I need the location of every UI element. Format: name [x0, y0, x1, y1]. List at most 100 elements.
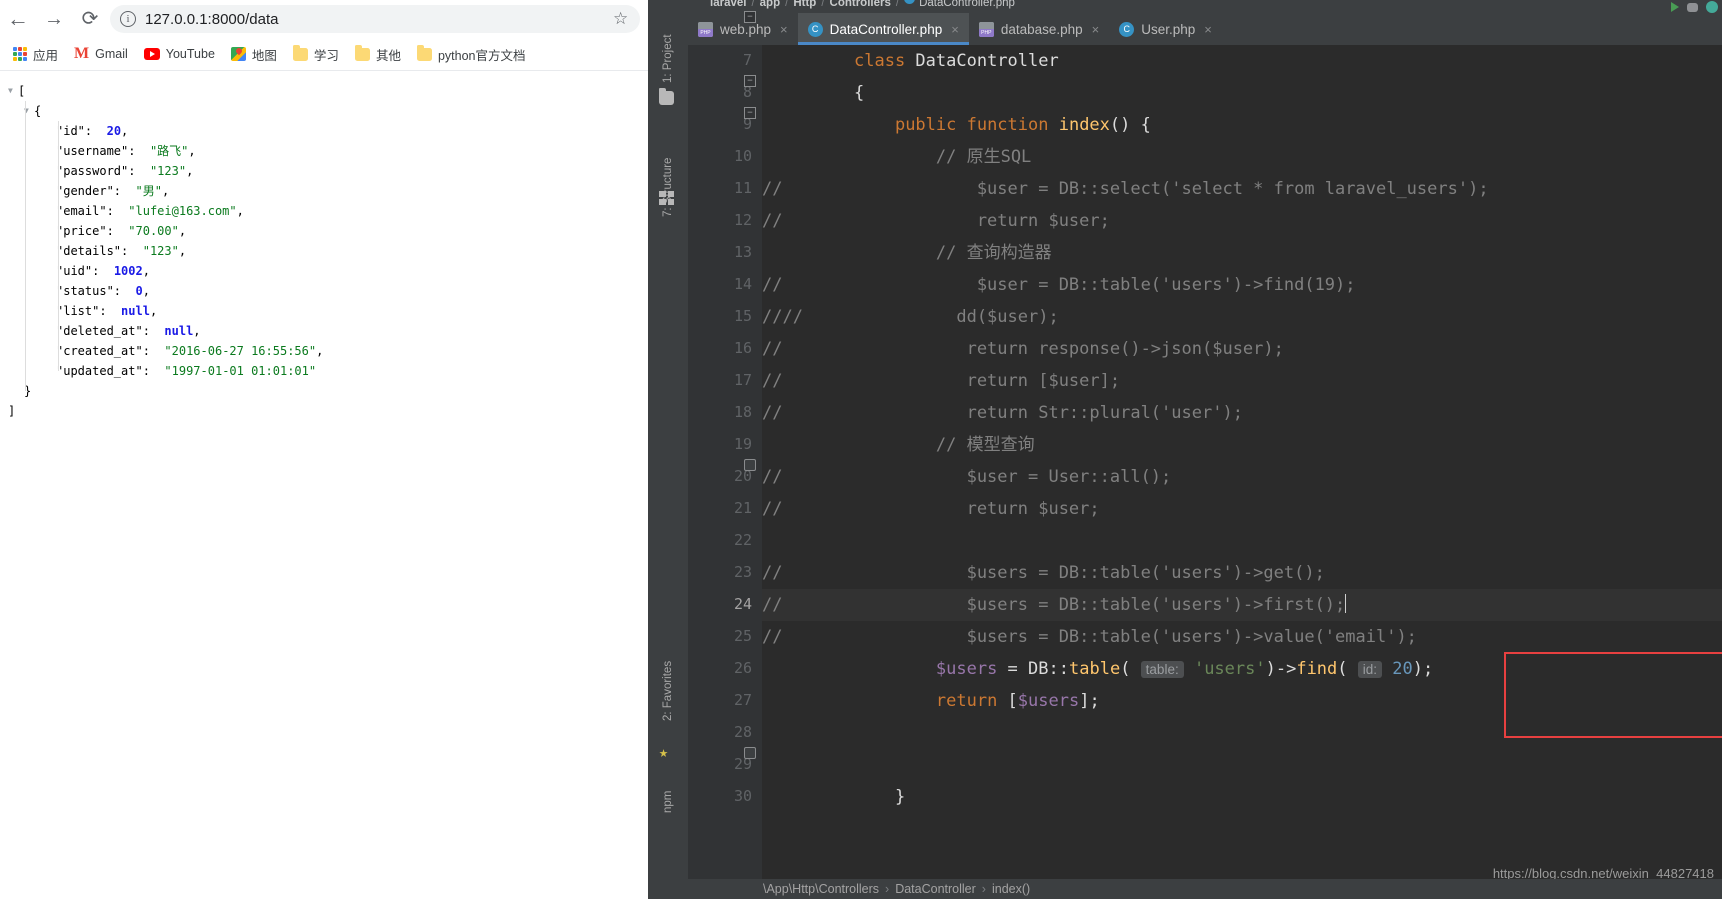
code-line-19[interactable]: // 模型查询 — [762, 429, 1722, 461]
disclosure-triangle-icon[interactable]: ▼ — [8, 81, 18, 101]
bookmark-star-icon[interactable]: ☆ — [613, 10, 628, 27]
code-line-12[interactable]: // return $user; — [762, 205, 1722, 237]
code-fold-icon[interactable]: − — [744, 11, 756, 23]
code-line-22[interactable] — [762, 525, 1722, 557]
code-line-18[interactable]: // return Str::plural('user'); — [762, 397, 1722, 429]
bookmark-gmail[interactable]: M Gmail — [67, 41, 135, 67]
php-file-icon — [978, 21, 994, 37]
code-line-26[interactable]: $users = DB::table( table: 'users')->fin… — [762, 653, 1722, 685]
ide-toolbar-right — [1671, 0, 1718, 14]
address-bar[interactable]: i 127.0.0.1:8000/data — [110, 5, 640, 33]
line-number: 29 — [733, 755, 752, 773]
folder-icon — [416, 45, 432, 61]
code-fold-icon[interactable]: − — [744, 107, 756, 119]
indent-guide — [58, 121, 59, 371]
json-field-1: "username": "路飞", — [56, 144, 196, 158]
screenshot-root: ← → ⟳ i 127.0.0.1:8000/data ☆ 应用 M Gmail — [0, 0, 1722, 899]
line-number: 21 — [733, 499, 752, 517]
editor-tab-web-php[interactable]: web.php × — [688, 13, 798, 45]
code-line-15[interactable]: //// dd($user); — [762, 301, 1722, 333]
forward-icon[interactable]: → — [36, 0, 72, 38]
code-line-13[interactable]: // 查询构造器 — [762, 237, 1722, 269]
json-viewer: ▼[▼{"id": 20, "username": "路飞", "password"… — [0, 71, 648, 899]
code-line-10[interactable]: // 原生SQL — [762, 141, 1722, 173]
account-icon[interactable] — [1706, 1, 1718, 13]
code-line-29[interactable] — [762, 749, 1722, 781]
code-line-8[interactable]: { — [762, 77, 1722, 109]
line-number: 25 — [733, 627, 752, 645]
reload-icon[interactable]: ⟳ — [72, 0, 108, 38]
tab-close-icon[interactable]: × — [1204, 22, 1212, 37]
phpstorm-window: laravel / app / Http / Controllers / DataControl… — [648, 0, 1722, 899]
code-fold-icon[interactable] — [744, 747, 756, 759]
site-info-icon[interactable]: i — [120, 11, 136, 27]
maps-icon — [230, 47, 246, 61]
bookmark-label: python官方文档 — [437, 48, 526, 63]
bookmark-label: 其他 — [375, 48, 401, 63]
apps-grid-icon — [13, 47, 27, 61]
code-editor[interactable]: class DataController{ public function in… — [762, 45, 1722, 899]
bookmark-youtube[interactable]: YouTube — [137, 41, 222, 67]
debug-icon[interactable] — [1687, 2, 1698, 12]
favorites-star-icon[interactable]: ★ — [659, 745, 674, 760]
folder-icon[interactable] — [659, 88, 674, 105]
line-number: 30 — [733, 787, 752, 805]
tab-close-icon[interactable]: × — [780, 22, 788, 37]
bookmark-maps[interactable]: 地图 — [224, 41, 284, 67]
json-field-3: "gender": "男", — [56, 184, 170, 198]
json-field-4: "email": "lufei@163.com", — [56, 204, 244, 218]
folder-icon — [292, 45, 308, 61]
tab-close-icon[interactable]: × — [1092, 22, 1100, 37]
tool-window-structure[interactable]: 7: Structure — [648, 141, 688, 217]
json-field-10: "deleted_at": null, — [56, 324, 201, 338]
tab-close-icon[interactable]: × — [951, 22, 959, 37]
code-line-24[interactable]: // $users = DB::table('users')->first(); — [762, 589, 1722, 621]
status-separator: › — [981, 882, 986, 896]
code-line-23[interactable]: // $users = DB::table('users')->get(); — [762, 557, 1722, 589]
tool-window-project[interactable]: 1: Project — [648, 21, 688, 83]
bookmark-label: Gmail — [95, 47, 128, 61]
back-icon[interactable]: ← — [0, 0, 36, 38]
bookmark-label: 学习 — [313, 48, 339, 63]
bookmark-folder-python-docs[interactable]: python官方文档 — [410, 41, 533, 67]
chrome-browser-window: ← → ⟳ i 127.0.0.1:8000/data ☆ 应用 M Gmail — [0, 0, 648, 899]
bookmark-label: 地图 — [251, 48, 277, 63]
editor-tab-datacontroller-php[interactable]: C DataController.php × — [797, 13, 969, 45]
code-line-7[interactable]: class DataController — [762, 45, 1722, 77]
json-array-close: ] — [8, 404, 16, 418]
line-number: 22 — [733, 531, 752, 549]
php-class-icon: C — [807, 21, 823, 37]
gmail-icon: M — [74, 45, 90, 62]
code-line-11[interactable]: // $user = DB::select('select * from lar… — [762, 173, 1722, 205]
tab-label: database.php — [1000, 21, 1083, 37]
code-line-16[interactable]: // return response()->json($user); — [762, 333, 1722, 365]
code-line-20[interactable]: // $user = User::all(); — [762, 461, 1722, 493]
code-line-17[interactable]: // return [$user]; — [762, 365, 1722, 397]
line-number: 14 — [733, 275, 752, 293]
line-number: 26 — [733, 659, 752, 677]
code-line-25[interactable]: // $users = DB::table('users')->value('e… — [762, 621, 1722, 653]
parameter-hint: table: — [1140, 661, 1184, 678]
browser-toolbar: ← → ⟳ i 127.0.0.1:8000/data ☆ — [0, 0, 648, 38]
code-line-14[interactable]: // $user = DB::table('users')->find(19); — [762, 269, 1722, 301]
run-icon[interactable] — [1671, 2, 1679, 12]
json-field-7: "uid": 1002, — [56, 264, 150, 278]
editor-tab-user-php[interactable]: C User.php × — [1109, 13, 1222, 45]
youtube-icon — [143, 48, 160, 60]
line-number: 23 — [733, 563, 752, 581]
bookmark-apps[interactable]: 应用 — [6, 41, 65, 67]
code-line-27[interactable]: return [$users]; — [762, 685, 1722, 717]
code-line-28[interactable] — [762, 717, 1722, 749]
bookmark-folder-other[interactable]: 其他 — [348, 41, 408, 67]
folder-icon — [354, 45, 370, 61]
code-line-9[interactable]: public function index() { — [762, 109, 1722, 141]
tool-window-favorites[interactable]: 2: Favorites — [648, 643, 688, 721]
tool-window-npm[interactable]: npm — [648, 783, 688, 813]
code-fold-icon[interactable]: − — [744, 75, 756, 87]
code-line-30[interactable]: } — [762, 781, 1722, 813]
code-line-21[interactable]: // return $user; — [762, 493, 1722, 525]
editor-tab-database-php[interactable]: database.php × — [969, 13, 1109, 45]
structure-icon[interactable] — [659, 191, 674, 205]
code-fold-icon[interactable] — [744, 459, 756, 471]
bookmark-folder-study[interactable]: 学习 — [286, 41, 346, 67]
